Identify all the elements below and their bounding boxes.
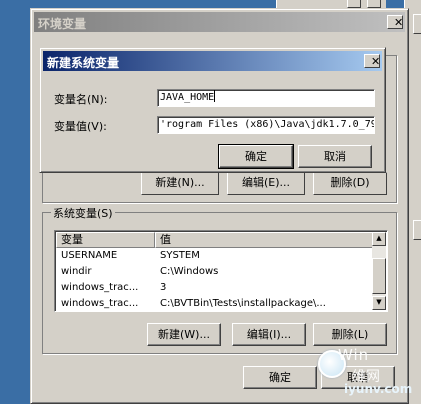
background-button xyxy=(413,220,421,240)
row-name: USERNAME xyxy=(61,250,118,261)
dialog-title: 新建系统变量 xyxy=(47,56,120,70)
table-row[interactable]: windir C:\Windows xyxy=(56,264,373,280)
row-value: C:\Windows xyxy=(160,266,219,277)
new-system-variable-dialog: 新建系统变量 ✕ 变量名(N): JAVA_HOME 变量值(V): 'rogr… xyxy=(39,47,386,173)
column-header-variable[interactable]: 变量 xyxy=(56,232,155,248)
row-value: 3 xyxy=(160,282,167,293)
row-name: windir xyxy=(61,266,92,277)
variable-name-label: 变量名(N): xyxy=(54,93,108,106)
table-row[interactable]: USERNAME SYSTEM xyxy=(56,248,373,264)
window-titlebar: 环境变量 ✕ xyxy=(34,12,405,32)
system-edit-button[interactable]: 编辑(I)... xyxy=(232,323,306,346)
system-variables-list[interactable]: 变量 值 USERNAME SYSTEM windir C:\Windows w… xyxy=(54,230,388,312)
column-header-value[interactable]: 值 xyxy=(155,232,373,248)
system-variables-group: 系统变量(S) 变量 值 USERNAME SYSTEM windir C:\W… xyxy=(42,205,397,354)
dialog-cancel-button[interactable]: 取消 xyxy=(298,145,372,168)
ok-button[interactable]: 确定 xyxy=(243,366,317,389)
scroll-down-icon[interactable]: ▼ xyxy=(372,296,386,310)
close-icon[interactable]: ✕ xyxy=(364,54,380,68)
user-new-button[interactable]: 新建(N)... xyxy=(141,172,219,195)
row-name: windows_trac... xyxy=(61,282,139,293)
system-delete-button[interactable]: 删除(L) xyxy=(313,323,387,346)
variable-name-input[interactable]: JAVA_HOME xyxy=(157,89,375,107)
list-header: 变量 值 xyxy=(56,232,373,248)
system-new-button[interactable]: 新建(W)... xyxy=(147,323,221,346)
table-row[interactable]: windows_trac... C:\BVTBin\Tests\installp… xyxy=(56,296,373,311)
vertical-scrollbar[interactable]: ▲ ▼ xyxy=(372,232,386,310)
scroll-thumb[interactable] xyxy=(372,258,386,294)
user-delete-button[interactable]: 删除(D) xyxy=(313,172,387,195)
row-value: SYSTEM xyxy=(160,250,200,261)
dialog-titlebar: 新建系统变量 ✕ xyxy=(43,51,382,71)
close-icon[interactable]: ✕ xyxy=(387,15,403,29)
table-row[interactable]: windows_trac... 3 xyxy=(56,280,373,296)
variable-value-input[interactable]: 'rogram Files (x86)\Java\jdk1.7.0_79 xyxy=(157,116,375,134)
background-button xyxy=(413,14,421,34)
scroll-up-icon[interactable]: ▲ xyxy=(372,232,386,246)
dialog-ok-button[interactable]: 确定 xyxy=(218,144,294,169)
row-name: windows_trac... xyxy=(61,298,139,309)
row-value: C:\BVTBin\Tests\installpackage\... xyxy=(160,298,326,309)
system-variables-label: 系统变量(S) xyxy=(51,205,115,221)
cancel-button[interactable]: 取消 xyxy=(321,366,395,389)
window-title: 环境变量 xyxy=(38,17,87,31)
text-caret xyxy=(214,90,216,102)
variable-value-label: 变量值(V): xyxy=(54,120,107,133)
user-edit-button[interactable]: 编辑(E)... xyxy=(227,172,305,195)
